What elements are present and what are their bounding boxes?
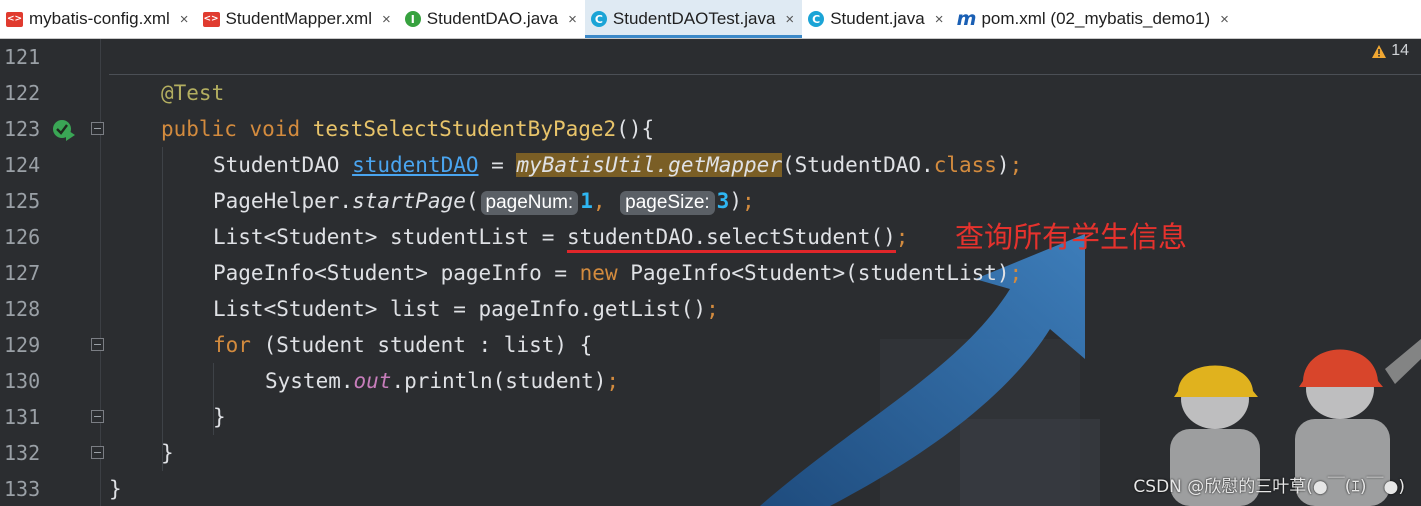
fold-toggle[interactable] <box>91 410 104 423</box>
line-number: 130 <box>4 369 41 393</box>
code-text: @Test <box>161 81 225 105</box>
close-icon[interactable]: × <box>382 11 391 28</box>
tab-pom-xml[interactable]: m pom.xml (02_mybatis_demo1) × <box>951 0 1236 38</box>
code-line: 126 List<Student> studentList = studentD… <box>0 219 1421 255</box>
maven-icon: m <box>956 8 977 30</box>
code-line: 122 @Test <box>0 75 1421 111</box>
line-number: 126 <box>4 225 41 249</box>
code-text: } <box>213 405 226 429</box>
tab-label: StudentMapper.xml <box>225 9 372 28</box>
run-test-icon[interactable] <box>52 119 76 141</box>
tab-label: StudentDAOTest.java <box>612 9 776 28</box>
code-editor[interactable]: 14 121 122 @Test 123 public void testSel… <box>0 39 1421 506</box>
code-line: 125 PageHelper.startPage(pageNum: 1, page… <box>0 183 1421 219</box>
tab-studentdao-java[interactable]: I StudentDAO.java × <box>399 0 585 38</box>
code-text: public void testSelectStudentByPage2(){ <box>161 117 655 141</box>
tab-studentmapper-xml[interactable]: <> StudentMapper.xml × <box>197 0 399 38</box>
line-number: 132 <box>4 441 41 465</box>
line-number: 121 <box>4 45 41 69</box>
code-text: } <box>161 441 174 465</box>
editor-tab-bar: <> mybatis-config.xml × <> StudentMapper… <box>0 0 1421 39</box>
fold-toggle[interactable] <box>91 122 104 135</box>
class-icon: C <box>590 11 607 27</box>
line-number: 131 <box>4 405 41 429</box>
xml-file-icon: <> <box>202 11 220 27</box>
tab-mybatis-config-xml[interactable]: <> mybatis-config.xml × <box>0 0 197 38</box>
fold-toggle[interactable] <box>91 446 104 459</box>
line-number: 122 <box>4 81 41 105</box>
red-underline: studentDAO.selectStudent() <box>567 225 896 253</box>
xml-file-icon: <> <box>6 11 23 27</box>
line-number: 123 <box>4 117 41 141</box>
parameter-hint: pageSize: <box>620 191 715 215</box>
tab-label: Student.java <box>830 9 925 28</box>
code-line: 132 } <box>0 435 1421 471</box>
code-line: 130 System.out.println(student); <box>0 363 1421 399</box>
parameter-hint: pageNum: <box>480 191 579 215</box>
code-line: 129 for (Student student : list) { <box>0 327 1421 363</box>
line-number: 128 <box>4 297 41 321</box>
annotation-note: 查询所有学生信息 <box>955 220 1188 254</box>
code-line: 127 PageInfo<Student> pageInfo = new Pag… <box>0 255 1421 291</box>
tab-label: mybatis-config.xml <box>29 9 170 28</box>
close-icon[interactable]: × <box>935 11 944 28</box>
class-icon: C <box>808 11 825 27</box>
code-line: 131 } <box>0 399 1421 435</box>
code-text: for (Student student : list) { <box>213 333 593 357</box>
code-line: 123 public void testSelectStudentByPage2… <box>0 111 1421 147</box>
code-line: 121 <box>0 39 1421 75</box>
line-number: 127 <box>4 261 41 285</box>
tab-student-java[interactable]: C Student.java × <box>802 0 951 38</box>
code-line: 124 StudentDAO studentDAO = myBatisUtil.… <box>0 147 1421 183</box>
line-number: 133 <box>4 477 41 501</box>
watermark: CSDN @欣慰的三叶草(●￣(ｴ)￣●) <box>1133 477 1405 497</box>
code-text: List<Student> list = pageInfo.getList(); <box>213 297 719 321</box>
code-text: } <box>109 477 122 501</box>
code-text: System.out.println(student); <box>265 369 620 393</box>
tab-studentdaotest-java[interactable]: C StudentDAOTest.java × <box>584 0 803 38</box>
tab-label: StudentDAO.java <box>426 9 559 28</box>
interface-icon: I <box>404 11 421 27</box>
code-text: List<Student> studentList = studentDAO.s… <box>213 225 908 253</box>
fold-toggle[interactable] <box>91 338 104 351</box>
line-number: 129 <box>4 333 41 357</box>
close-icon[interactable]: × <box>568 11 577 28</box>
close-icon[interactable]: × <box>1220 11 1229 28</box>
close-icon[interactable]: × <box>785 11 794 28</box>
code-text: PageInfo<Student> pageInfo = new PageInf… <box>213 261 1023 285</box>
close-icon[interactable]: × <box>180 11 189 28</box>
line-number: 125 <box>4 189 41 213</box>
code-text: StudentDAO studentDAO = myBatisUtil.getM… <box>213 153 1023 177</box>
tab-label: pom.xml (02_mybatis_demo1) <box>981 9 1211 28</box>
code-line: 128 List<Student> list = pageInfo.getLis… <box>0 291 1421 327</box>
line-number: 124 <box>4 153 41 177</box>
code-text: PageHelper.startPage(pageNum: 1, pageSize… <box>213 189 755 215</box>
